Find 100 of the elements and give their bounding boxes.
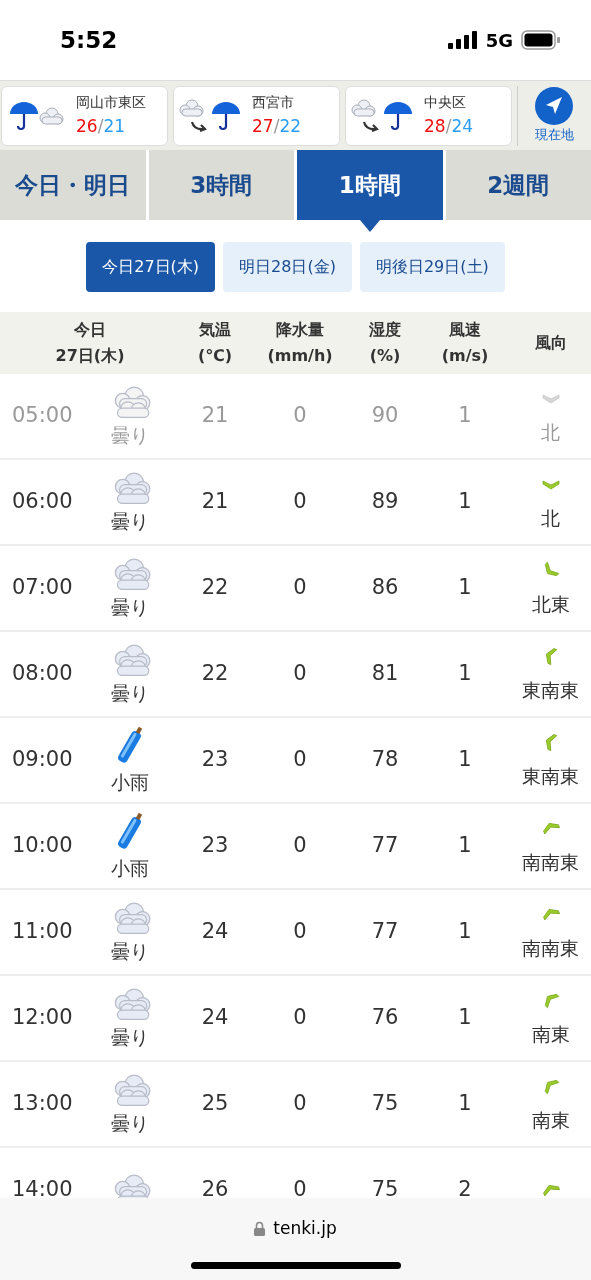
signal-icon	[447, 31, 478, 49]
temperature-cell-text: 26	[200, 1176, 230, 1200]
wind-direction-label: 南南東	[522, 935, 579, 961]
precipitation-cell-text: 0	[292, 660, 308, 688]
weather-label: 曇り	[111, 508, 149, 534]
humidity-cell-text: 90	[370, 402, 400, 430]
wind-speed-cell-text: 1	[457, 660, 473, 688]
weather-label: 曇り	[111, 594, 149, 620]
location-card[interactable]: 中央区 28/24	[345, 85, 512, 146]
wind-direction-icon	[542, 480, 559, 490]
location-name: 中央区	[424, 94, 467, 112]
current-location-button[interactable]: 現在地	[517, 85, 590, 146]
wind-direction-icon	[545, 733, 557, 751]
location-name: 岡山市東区	[76, 94, 146, 112]
precipitation-cell-text: 0	[292, 488, 308, 516]
wind-direction-icon	[542, 394, 559, 404]
weather-label: 曇り	[111, 680, 149, 706]
time-cell-text: 08:00	[11, 660, 74, 688]
url-text[interactable]: tenki.jp	[273, 1216, 337, 1242]
battery-icon	[521, 30, 561, 50]
day-button[interactable]: 今日27日(木)	[86, 242, 216, 292]
humidity-cell-text: 77	[370, 918, 400, 946]
temperature-cell-text: 24	[200, 1004, 230, 1032]
column-header: 気温 (℃)	[197, 319, 233, 367]
humidity-cell-text: 76	[370, 1004, 400, 1032]
wind-direction-label: 東南東	[522, 763, 579, 789]
humidity-cell-text: 75	[370, 1176, 400, 1200]
wind-direction-label: 東南東	[522, 677, 579, 703]
tab[interactable]: 3時間	[148, 150, 294, 220]
weather-label: 曇り	[111, 938, 149, 964]
column-header: 降水量 (mm/h)	[266, 319, 334, 367]
precipitation-cell-text: 0	[292, 746, 308, 774]
column-header: 今日 27日(木)	[54, 319, 126, 367]
precipitation-cell-text: 0	[292, 1176, 308, 1200]
tab[interactable]: 2週間	[445, 150, 591, 220]
wind-speed-cell-text: 1	[457, 488, 473, 516]
weather-label: 曇り	[111, 422, 149, 448]
time-cell-text: 10:00	[11, 832, 74, 860]
wind-direction-icon	[542, 908, 560, 921]
humidity-cell-text: 81	[370, 660, 400, 688]
wind-speed-cell-text: 2	[457, 1176, 473, 1200]
temperature-cell-text: 23	[200, 832, 230, 860]
precipitation-cell-text: 0	[292, 1090, 308, 1118]
wind-speed-cell-text: 1	[457, 832, 473, 860]
humidity-cell-text: 78	[370, 746, 400, 774]
column-header: 風速 (m/s)	[440, 319, 490, 367]
network-label: 5G	[485, 28, 513, 53]
day-button[interactable]: 明日28日(金)	[223, 242, 352, 292]
wind-direction-label: 北東	[531, 591, 570, 617]
wind-speed-cell-text: 1	[457, 574, 473, 602]
wind-direction-label: 南東	[531, 1021, 570, 1047]
time-cell-text: 14:00	[11, 1176, 74, 1200]
column-header: 湿度 (%)	[368, 319, 402, 367]
temperature-cell-text: 21	[200, 402, 230, 430]
temperature-range: 27/22	[252, 115, 301, 137]
tab[interactable]: 今日・明日	[0, 150, 146, 220]
wind-speed-cell-text: 1	[457, 746, 473, 774]
weather-label: 小雨	[111, 855, 149, 881]
temperature-cell-text: 23	[200, 746, 230, 774]
precipitation-cell-text: 0	[292, 832, 308, 860]
precipitation-cell-text: 0	[292, 402, 308, 430]
temperature-cell-text: 21	[200, 488, 230, 516]
wind-direction-label: 北	[541, 419, 560, 445]
weather-label: 曇り	[111, 1110, 149, 1136]
temperature-cell-text: 22	[200, 574, 230, 602]
day-button[interactable]: 明後日29日(土)	[359, 242, 505, 292]
weather-label: 曇り	[111, 1024, 149, 1050]
precipitation-cell-text: 0	[292, 1004, 308, 1032]
lock-icon	[254, 1221, 266, 1237]
time-cell-text: 12:00	[11, 1004, 74, 1032]
column-header: 風向	[533, 332, 568, 355]
precipitation-cell-text: 0	[292, 918, 308, 946]
wind-direction-label: 南南東	[522, 849, 579, 875]
humidity-cell-text: 89	[370, 488, 400, 516]
wind-direction-icon	[542, 822, 560, 835]
time-cell-text: 07:00	[11, 574, 74, 602]
temperature-cell-text: 24	[200, 918, 230, 946]
wind-speed-cell-text: 1	[457, 1004, 473, 1032]
wind-speed-cell-text: 1	[457, 918, 473, 946]
wind-speed-cell-text: 1	[457, 1090, 473, 1118]
temperature-cell-text: 22	[200, 660, 230, 688]
temperature-range: 28/24	[424, 115, 473, 137]
weather-label: 小雨	[111, 769, 149, 795]
precipitation-cell-text: 0	[292, 574, 308, 602]
location-card[interactable]: 西宮市 27/22	[173, 85, 340, 146]
time-cell-text: 09:00	[11, 746, 74, 774]
temperature-cell-text: 25	[200, 1090, 230, 1118]
time-cell-text: 13:00	[11, 1090, 74, 1118]
time-cell-text: 05:00	[11, 402, 74, 430]
time-cell-text: 06:00	[11, 488, 74, 516]
wind-direction-label: 北	[541, 505, 560, 531]
clock-time: 5:52	[60, 25, 118, 55]
location-card[interactable]: 岡山市東区 26/21	[1, 85, 168, 146]
wind-direction-label: 南東	[531, 1107, 570, 1133]
humidity-cell-text: 75	[370, 1090, 400, 1118]
wind-direction-icon	[544, 993, 559, 1008]
wind-speed-cell-text: 1	[457, 402, 473, 430]
humidity-cell-text: 86	[370, 574, 400, 602]
time-cell-text: 11:00	[11, 918, 74, 946]
wind-direction-icon	[544, 561, 559, 576]
